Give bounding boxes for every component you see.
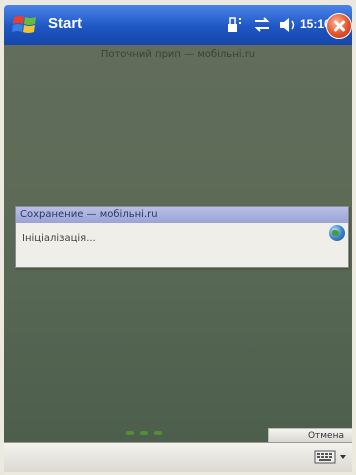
start-label[interactable]: Start <box>48 15 82 32</box>
dialog-title: Сохранение — мобільні.ru <box>16 207 348 223</box>
connectivity-icon[interactable] <box>226 15 244 35</box>
sip-arrow-icon[interactable] <box>340 455 346 459</box>
menu-bar <box>4 442 352 472</box>
pocket-pc-screen: Start 15:16 Поточний прип — мобільні.ru … <box>0 0 356 475</box>
progress-dialog: Сохранение — мобільні.ru Ініціалізація..… <box>15 206 349 268</box>
title-bar: Start 15:16 <box>4 5 352 45</box>
keyboard-icon[interactable] <box>314 449 336 465</box>
cancel-softkey[interactable]: Отмена <box>268 428 352 442</box>
windows-flag-icon[interactable] <box>12 13 38 37</box>
sync-icon[interactable] <box>252 15 272 35</box>
loading-indicator <box>122 429 178 437</box>
page-caption: Поточний прип — мобільні.ru <box>100 49 256 60</box>
content-area: Поточний прип — мобільні.ru Сохранение —… <box>4 45 352 442</box>
close-icon[interactable] <box>326 13 352 39</box>
volume-icon[interactable] <box>278 15 298 35</box>
globe-icon <box>329 225 345 241</box>
dialog-status-text: Ініціалізація... <box>22 233 96 244</box>
